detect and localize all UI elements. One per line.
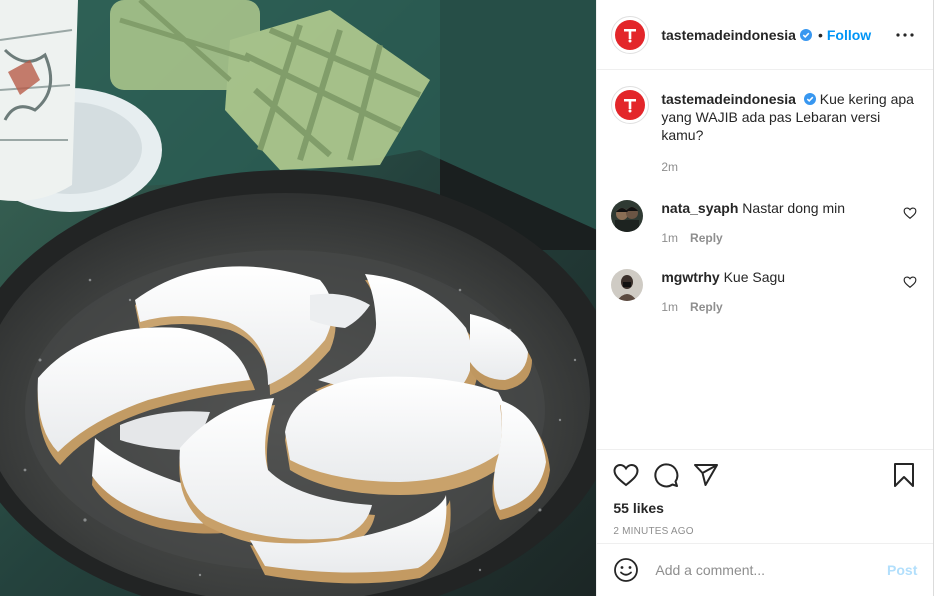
comment-username[interactable]: nata_syaph xyxy=(661,200,738,216)
commenter-avatar[interactable] xyxy=(611,269,644,301)
caption-meta: 2m xyxy=(661,158,917,176)
more-options-button[interactable] xyxy=(893,23,917,47)
post-timestamp[interactable]: 2 minutes ago xyxy=(613,526,917,537)
comment-like-icon[interactable] xyxy=(903,206,917,220)
comments-list[interactable]: tastemadeindonesia Kue kering apa yang W… xyxy=(597,70,933,433)
emoji-icon[interactable] xyxy=(613,557,639,583)
caption-text-block: tastemadeindonesia Kue kering apa yang W… xyxy=(661,90,917,176)
post-comment-button[interactable]: Post xyxy=(887,562,917,578)
comment-text: Nastar dong min xyxy=(742,200,846,216)
like-button[interactable] xyxy=(613,462,639,488)
comment-text: Kue Sagu xyxy=(723,269,786,285)
share-icon xyxy=(694,464,719,486)
avatar-photo xyxy=(611,200,644,232)
bookmark-icon xyxy=(894,463,915,487)
comment-input[interactable] xyxy=(653,561,888,579)
comment-time[interactable]: 1m xyxy=(661,231,678,245)
verified-badge-icon xyxy=(799,28,812,41)
share-button[interactable] xyxy=(693,462,719,488)
instagram-post: tastemadeindonesia • Follow tastemadeind… xyxy=(0,0,934,596)
comment-button[interactable] xyxy=(653,462,679,488)
post-panel: tastemadeindonesia • Follow tastemadeind… xyxy=(596,0,934,596)
author-avatar[interactable] xyxy=(611,15,650,54)
comment-icon xyxy=(654,463,679,488)
caption-time[interactable]: 2m xyxy=(661,160,678,174)
cookies-photo xyxy=(0,0,597,596)
verified-badge-icon xyxy=(803,93,816,105)
comment-row: mgwtrhy Kue Sagu 1m Reply xyxy=(611,269,917,316)
follow-button[interactable]: Follow xyxy=(827,27,871,43)
caption-avatar[interactable] xyxy=(611,86,650,124)
commenter-avatar[interactable] xyxy=(611,200,644,232)
comment-body: mgwtrhy Kue Sagu 1m Reply xyxy=(661,268,895,316)
add-comment-bar: Post xyxy=(597,543,934,596)
separator-dot: • xyxy=(817,26,823,43)
author-username[interactable]: tastemadeindonesia xyxy=(661,27,796,43)
comment-meta: 1m Reply xyxy=(661,229,895,247)
comment-row: nata_syaph Nastar dong min 1m Reply xyxy=(611,200,917,247)
heart-icon xyxy=(613,463,639,487)
likes-count[interactable]: 55 likes xyxy=(613,500,917,516)
caption-row: tastemadeindonesia Kue kering apa yang W… xyxy=(611,86,917,176)
tastemade-logo-icon xyxy=(624,99,637,113)
comment-like-icon[interactable] xyxy=(903,275,917,289)
post-actions: 55 likes 2 minutes ago xyxy=(597,449,934,537)
save-button[interactable] xyxy=(891,462,917,488)
avatar-photo xyxy=(611,269,644,301)
comment-body: nata_syaph Nastar dong min 1m Reply xyxy=(661,199,895,247)
comment-meta: 1m Reply xyxy=(661,298,895,316)
more-options-icon xyxy=(896,32,914,37)
caption-username[interactable]: tastemadeindonesia xyxy=(661,91,796,107)
post-header: tastemadeindonesia • Follow xyxy=(597,0,933,70)
post-image[interactable] xyxy=(0,0,597,596)
comment-username[interactable]: mgwtrhy xyxy=(661,269,719,285)
reply-button[interactable]: Reply xyxy=(690,231,723,245)
tastemade-logo-icon xyxy=(624,28,637,42)
action-bar xyxy=(613,450,917,500)
comment-time[interactable]: 1m xyxy=(661,300,678,314)
reply-button[interactable]: Reply xyxy=(690,300,723,314)
